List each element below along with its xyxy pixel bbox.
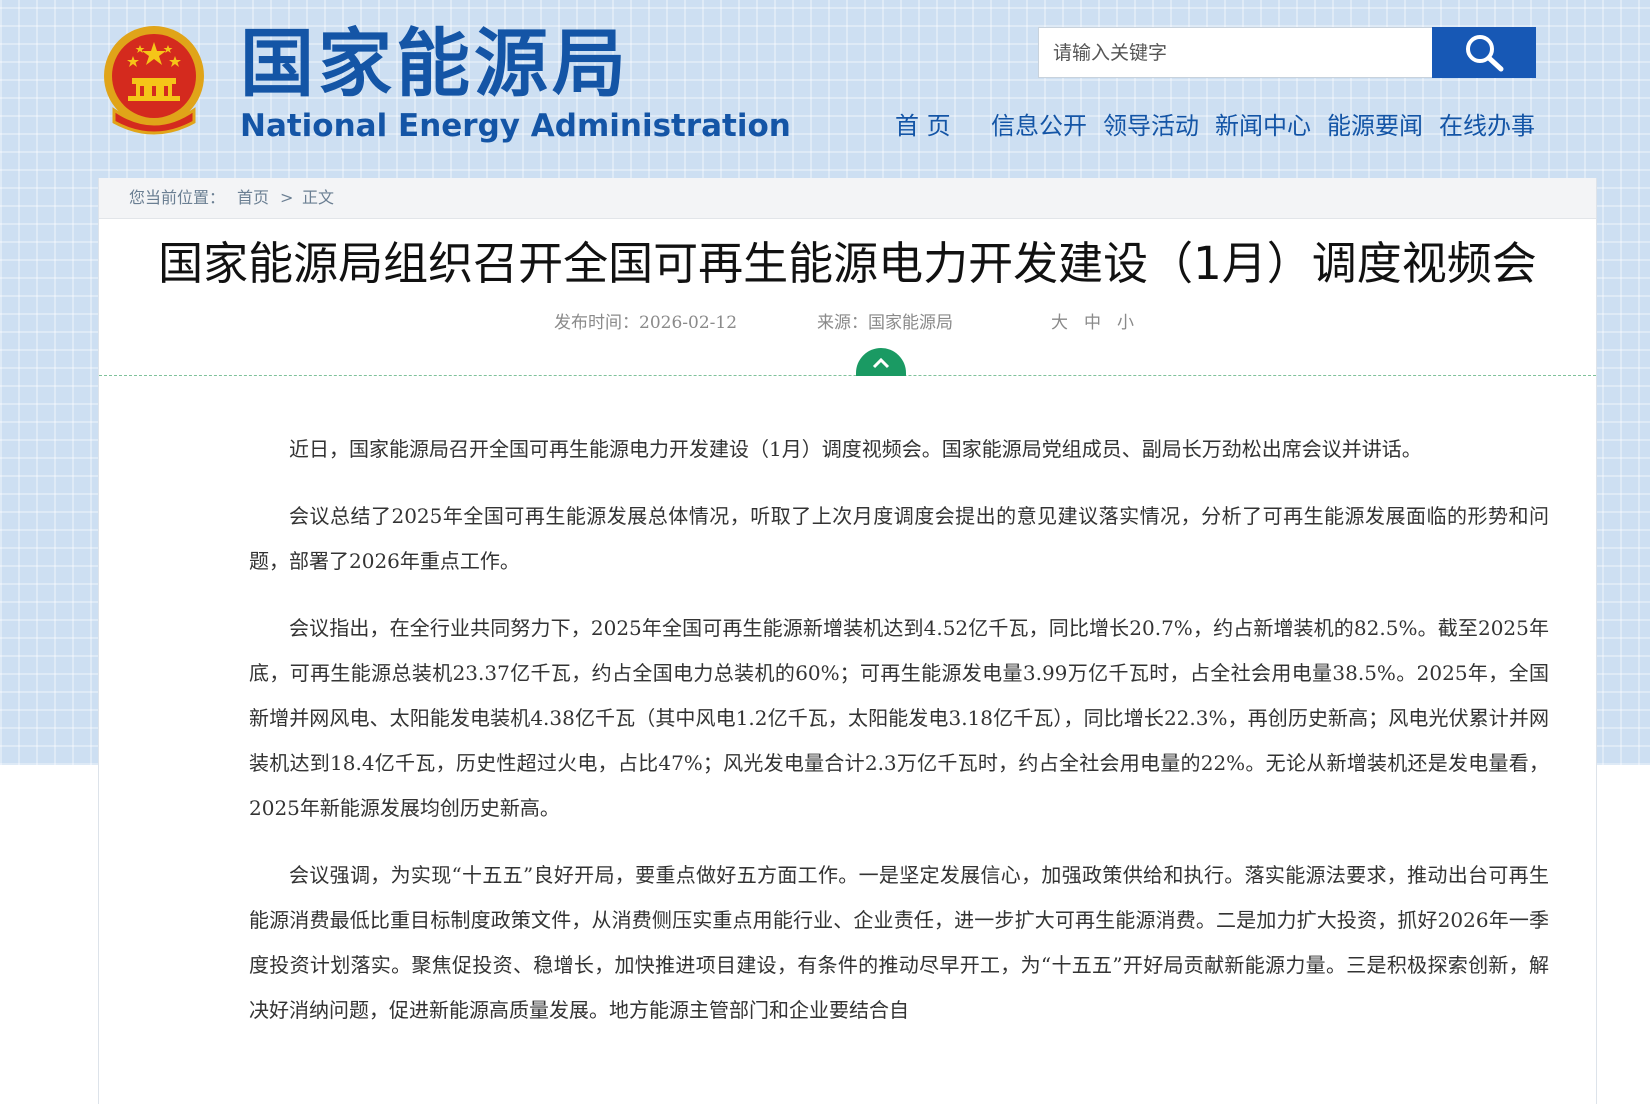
article-paragraph: 会议指出，在全行业共同努力下，2025年全国可再生能源新增装机达到4.52亿千瓦… — [249, 616, 1549, 820]
nav-item-home[interactable]: 首 页 — [895, 108, 951, 144]
breadcrumb: 您当前位置： 首页 > 正文 — [99, 178, 1596, 219]
search-input[interactable] — [1038, 27, 1433, 78]
nav-item-online-services[interactable]: 在线办事 — [1439, 108, 1535, 144]
article-paragraph: 会议强调，为实现“十五五”良好开局，要重点做好五方面工作。一是坚定发展信心，加强… — [249, 863, 1549, 1022]
search-icon — [1466, 35, 1504, 72]
site-title-cn: 国家能源局 — [240, 21, 630, 107]
nav-item-leader-activities[interactable]: 领导活动 — [1103, 108, 1199, 144]
site-title-en: National Energy Administration — [240, 108, 791, 144]
font-size-large-link[interactable]: 大 — [1051, 310, 1068, 336]
main-nav: 首 页 信息公开 领导活动 新闻中心 能源要闻 在线办事 — [895, 108, 1540, 148]
article-body: 近日，国家能源局召开全国可再生能源电力开发建设（1月）调度视频会。国家能源局党组… — [249, 427, 1549, 1055]
breadcrumb-current: 正文 — [302, 188, 335, 207]
article-source: 来源：国家能源局 — [817, 313, 953, 333]
publish-date: 发布时间：2026-02-12 — [554, 313, 738, 333]
article-title: 国家能源局组织召开全国可再生能源电力开发建设（1月）调度视频会 — [158, 237, 1537, 290]
national-emblem-icon — [100, 26, 208, 138]
meta-divider — [99, 375, 1596, 376]
breadcrumb-separator: > — [280, 188, 294, 207]
nav-item-info-disclosure[interactable]: 信息公开 — [991, 108, 1087, 144]
collapse-toggle-button[interactable] — [856, 348, 906, 376]
article-card: 您当前位置： 首页 > 正文 国家能源局组织召开全国可再生能源电力开发建设（1月… — [98, 178, 1597, 1104]
article-paragraph: 近日，国家能源局召开全国可再生能源电力开发建设（1月）调度视频会。国家能源局党组… — [289, 437, 1422, 461]
search-button[interactable] — [1432, 27, 1536, 78]
article-paragraph: 会议总结了2025年全国可再生能源发展总体情况，听取了上次月度调度会提出的意见建… — [249, 504, 1549, 573]
breadcrumb-home-link[interactable]: 首页 — [237, 178, 269, 218]
font-size-medium-link[interactable]: 中 — [1084, 310, 1101, 336]
chevron-up-icon — [872, 357, 890, 369]
site-header: 国家能源局 National Energy Administration 首 页… — [0, 0, 1650, 178]
font-size-small-link[interactable]: 小 — [1117, 310, 1134, 336]
nav-item-energy-news[interactable]: 能源要闻 — [1327, 108, 1423, 144]
breadcrumb-prefix: 您当前位置： — [129, 188, 226, 207]
nav-item-news-center[interactable]: 新闻中心 — [1215, 108, 1311, 144]
